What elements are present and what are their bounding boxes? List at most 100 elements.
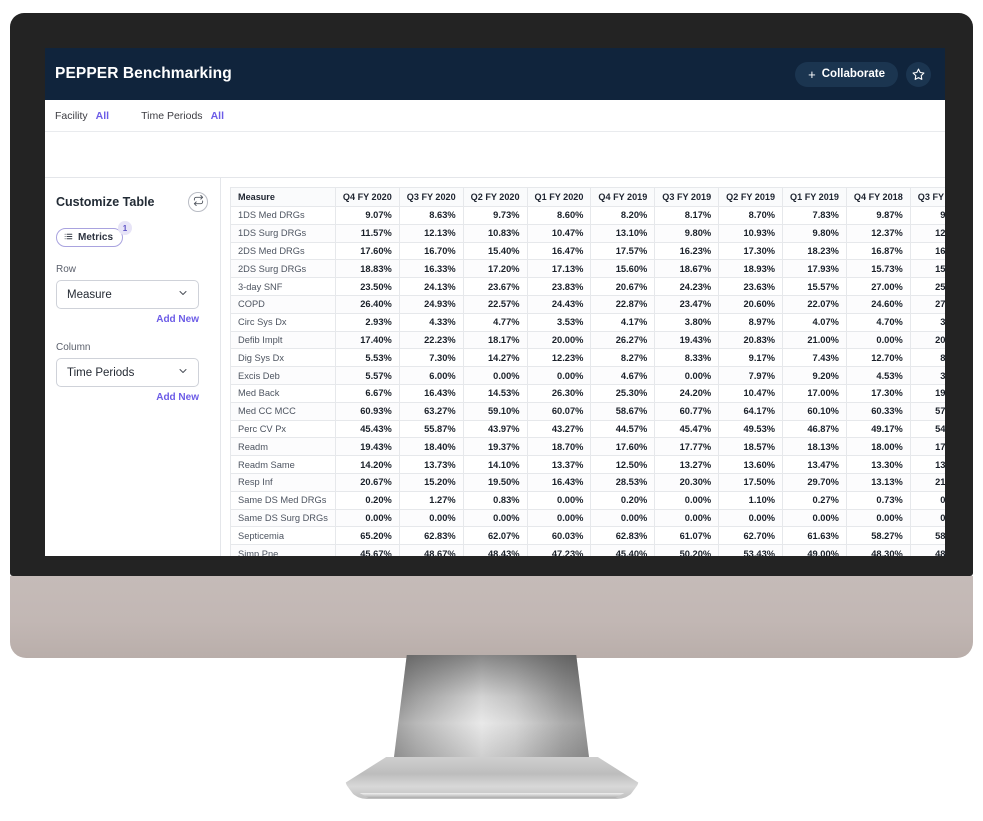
measure-value-cell: 24.93% [398,294,464,314]
table-row[interactable]: 3-day SNF 23.50% 24.13% 23.67% 23.83% 20.67% 2… [230,277,945,296]
swap-arrows-icon [193,193,204,211]
measure-value-cell: 0.00% [334,508,400,528]
table-row[interactable]: Dig Sys Dx 5.53% 7.30% 14.27% 12.23% 8.27% 8.3… [230,348,945,368]
measure-value-cell: 13.47% [782,455,847,474]
measure-value-cell: 24.20% [654,383,720,403]
measure-value-cell: 46.87% [782,419,847,439]
measure-value-cell: 16.87% [845,241,911,261]
measure-value-cell: 0.00% [718,508,784,528]
measure-value-cell: 13.73% [398,455,464,474]
measure-value-cell: 48.30% [845,544,911,556]
column-header-period[interactable]: Q4 FY 2020 [334,187,400,207]
measure-value-cell: 24.23% [654,277,720,296]
column-header-period[interactable]: Q2 FY 2020 [462,187,528,207]
measure-value-cell: 17.87% [909,437,945,457]
measure-value-cell: 62.70% [718,526,784,546]
measure-value-cell: 58.27% [845,526,911,546]
table-row[interactable]: 2DS Surg DRGs 18.83% 16.33% 17.20% 17.13% 15.… [230,259,945,279]
measure-value-cell: 13.27% [654,455,720,474]
measure-value-cell: 60.33% [845,401,911,421]
measure-value-cell: 4.70% [845,312,911,332]
column-header-measure[interactable]: Measure [230,187,336,207]
measure-value-cell: 10.47% [718,383,784,403]
application-window: PEPPER Benchmarking + Collaborate Facili… [45,48,945,556]
benchmark-table-container[interactable]: Measure Q4 FY 2020 Q3 FY 2020 Q2 FY 2020 Q1 … [221,177,945,556]
table-row[interactable]: Septicemia 65.20% 62.83% 62.07% 60.03% 62.83%… [230,526,945,546]
table-row[interactable]: Med Back 6.67% 16.43% 14.53% 26.30% 25.30% 24.… [230,383,945,403]
measure-value-cell: 20.83% [718,330,784,350]
table-row[interactable]: Defib Implt 17.40% 22.23% 18.17% 20.00% 26.27… [230,330,945,350]
measure-value-cell: 9.07% [334,206,400,225]
measure-value-cell: 45.67% [334,544,400,556]
panel-header: Customize Table [56,192,208,212]
column-header-period[interactable]: Q4 FY 2019 [590,187,656,207]
table-row[interactable]: 1DS Surg DRGs 11.57% 12.13% 10.83% 10.47% 13.… [230,223,945,243]
column-header-period[interactable]: Q3 FY 2020 [398,187,464,207]
table-row[interactable]: Resp Inf 20.67% 15.20% 19.50% 16.43% 28.53% 20… [230,472,945,492]
collaborate-label: Collaborate [821,68,885,80]
column-header-period[interactable]: Q1 FY 2020 [526,187,592,207]
measure-value-cell: 2.93% [334,312,400,332]
collaborate-button[interactable]: + Collaborate [795,61,898,87]
measure-value-cell: 13.60% [718,455,784,474]
table-row[interactable]: Circ Sys Dx 2.93% 4.33% 4.77% 3.53% 4.17% 3.80… [230,312,945,332]
measure-name-cell: Same DS Med DRGs [230,490,336,510]
measure-value-cell: 12.87% [909,223,945,243]
measure-value-cell: 15.40% [462,241,528,261]
measure-value-cell: 20.67% [334,472,400,492]
column-field-label: Column [56,342,91,353]
measure-value-cell: 62.07% [462,526,528,546]
table-row[interactable]: Readm 19.43% 18.40% 19.37% 18.70% 17.60% 17.77… [230,437,945,457]
table-row[interactable]: COPD 26.40% 24.93% 22.57% 24.43% 22.87% 23.47%… [230,294,945,314]
measure-value-cell: 17.50% [718,472,784,492]
measure-value-cell: 25.10% [909,277,945,296]
table-row[interactable]: 1DS Med DRGs 9.07% 8.63% 9.73% 8.60% 8.20% 8.1… [230,206,945,225]
table-row[interactable]: Same DS Med DRGs 0.20% 1.27% 0.83% 0.00% 0.20… [230,490,945,510]
swap-rows-columns-button[interactable] [188,192,208,212]
monitor-screen: PEPPER Benchmarking + Collaborate Facili… [45,48,945,556]
column-header-period[interactable]: Q3 FY 2018 [909,187,945,207]
measure-value-cell: 16.47% [526,241,592,261]
table-row[interactable]: Same DS Surg DRGs 0.00% 0.00% 0.00% 0.00% 0.0… [230,508,945,528]
measure-value-cell: 13.30% [845,455,911,474]
measure-value-cell: 23.50% [334,277,400,296]
table-row[interactable]: Med CC MCC 60.93% 63.27% 59.10% 60.07% 58.67%… [230,401,945,421]
app-header: PEPPER Benchmarking + Collaborate [45,48,945,100]
time-periods-filter-value[interactable]: All [211,110,224,122]
table-row[interactable]: Perc CV Px 45.43% 55.87% 43.97% 43.27% 44.57%… [230,419,945,439]
column-add-new-link[interactable]: Add New [56,392,199,403]
measure-value-cell: 23.63% [718,277,784,296]
measure-value-cell: 9.80% [782,223,847,243]
measure-value-cell: 27.40% [909,294,945,314]
table-row[interactable]: Readm Same 14.20% 13.73% 14.10% 13.37% 12.50%… [230,455,945,474]
table-row[interactable]: Simp Pne 45.67% 48.67% 48.43% 47.23% 45.40% 50… [230,544,945,556]
measure-value-cell: 7.83% [782,206,847,225]
measure-value-cell: 8.70% [718,206,784,225]
column-header-period[interactable]: Q1 FY 2019 [782,187,847,207]
table-row[interactable]: 2DS Med DRGs 17.60% 16.70% 15.40% 16.47% 17.5… [230,241,945,261]
measure-value-cell: 9.87% [845,206,911,225]
measure-value-cell: 26.30% [526,383,592,403]
measure-value-cell: 18.83% [334,259,400,279]
column-dimension-select[interactable]: Time Periods [56,358,199,387]
measure-value-cell: 12.70% [845,348,911,368]
measure-value-cell: 0.00% [526,490,592,510]
table-header-row: Measure Q4 FY 2020 Q3 FY 2020 Q2 FY 2020 Q1 … [230,187,945,207]
metrics-button[interactable]: Metrics [56,228,124,247]
measure-value-cell: 62.83% [398,526,464,546]
measure-value-cell: 0.00% [782,508,847,528]
row-add-new-link[interactable]: Add New [56,314,199,325]
row-dimension-select[interactable]: Measure [56,280,199,309]
measure-value-cell: 14.27% [462,348,528,368]
facility-filter-value[interactable]: All [96,110,109,122]
column-dimension-value: Time Periods [67,366,135,379]
measure-value-cell: 17.30% [718,241,784,261]
column-header-period[interactable]: Q4 FY 2018 [845,187,911,207]
column-header-period[interactable]: Q2 FY 2019 [718,187,784,207]
column-header-period[interactable]: Q3 FY 2019 [654,187,720,207]
favorite-button[interactable] [906,61,931,87]
table-row[interactable]: Excis Deb 5.57% 6.00% 0.00% 0.00% 4.67% 0.00% 7… [230,366,945,385]
measure-value-cell: 0.27% [782,490,847,510]
measure-value-cell: 16.23% [654,241,720,261]
metrics-chip-wrapper: Metrics 1 [56,221,133,247]
